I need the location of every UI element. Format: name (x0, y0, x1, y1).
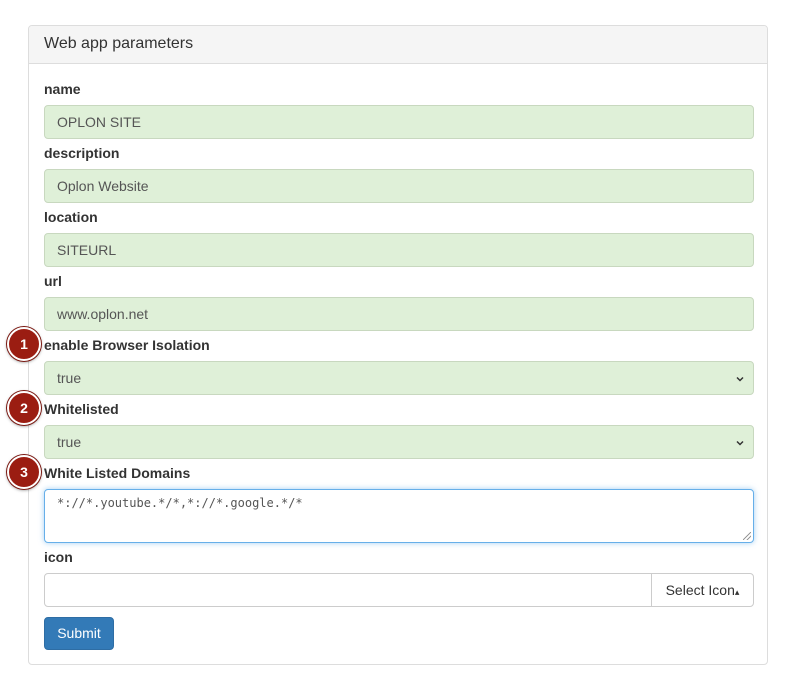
url-label: url (44, 273, 62, 289)
step-badge-1: 1 (7, 327, 41, 361)
select-icon-button[interactable]: Select Icon▴ (651, 574, 753, 606)
chevron-down-icon (735, 426, 745, 458)
icon-label: icon (44, 549, 73, 565)
location-input[interactable]: SITEURL (44, 233, 754, 267)
whitelisted-select[interactable]: true (44, 425, 754, 459)
name-label: name (44, 81, 81, 97)
resize-handle-icon[interactable] (743, 532, 751, 540)
whitelisted-domains-value: *://*.youtube.*/*,*://*.google.*/* (57, 496, 303, 510)
chevron-down-icon (735, 362, 745, 394)
web-app-parameters-panel: Web app parameters name OPLON SITE descr… (28, 25, 768, 665)
whitelisted-value: true (57, 434, 82, 450)
browser-isolation-select[interactable]: true (44, 361, 754, 395)
whitelisted-domains-textarea[interactable]: *://*.youtube.*/*,*://*.google.*/* (44, 489, 754, 543)
description-label: description (44, 145, 120, 161)
whitelisted-domains-label: White Listed Domains (44, 465, 191, 481)
submit-button[interactable]: Submit (44, 617, 114, 650)
browser-isolation-label: enable Browser Isolation (44, 337, 210, 353)
select-icon-label: Select Icon (665, 582, 735, 598)
url-input[interactable]: www.oplon.net (44, 297, 754, 331)
icon-input[interactable] (45, 574, 651, 606)
step-badge-3: 3 (7, 455, 41, 489)
description-input[interactable]: Oplon Website (44, 169, 754, 203)
panel-title: Web app parameters (29, 26, 767, 64)
whitelisted-label: Whitelisted (44, 401, 119, 417)
browser-isolation-value: true (57, 370, 82, 386)
name-input[interactable]: OPLON SITE (44, 105, 754, 139)
location-label: location (44, 209, 98, 225)
step-badge-2: 2 (7, 391, 41, 425)
caret-up-icon: ▴ (734, 587, 740, 597)
icon-input-group: Select Icon▴ (44, 573, 754, 607)
